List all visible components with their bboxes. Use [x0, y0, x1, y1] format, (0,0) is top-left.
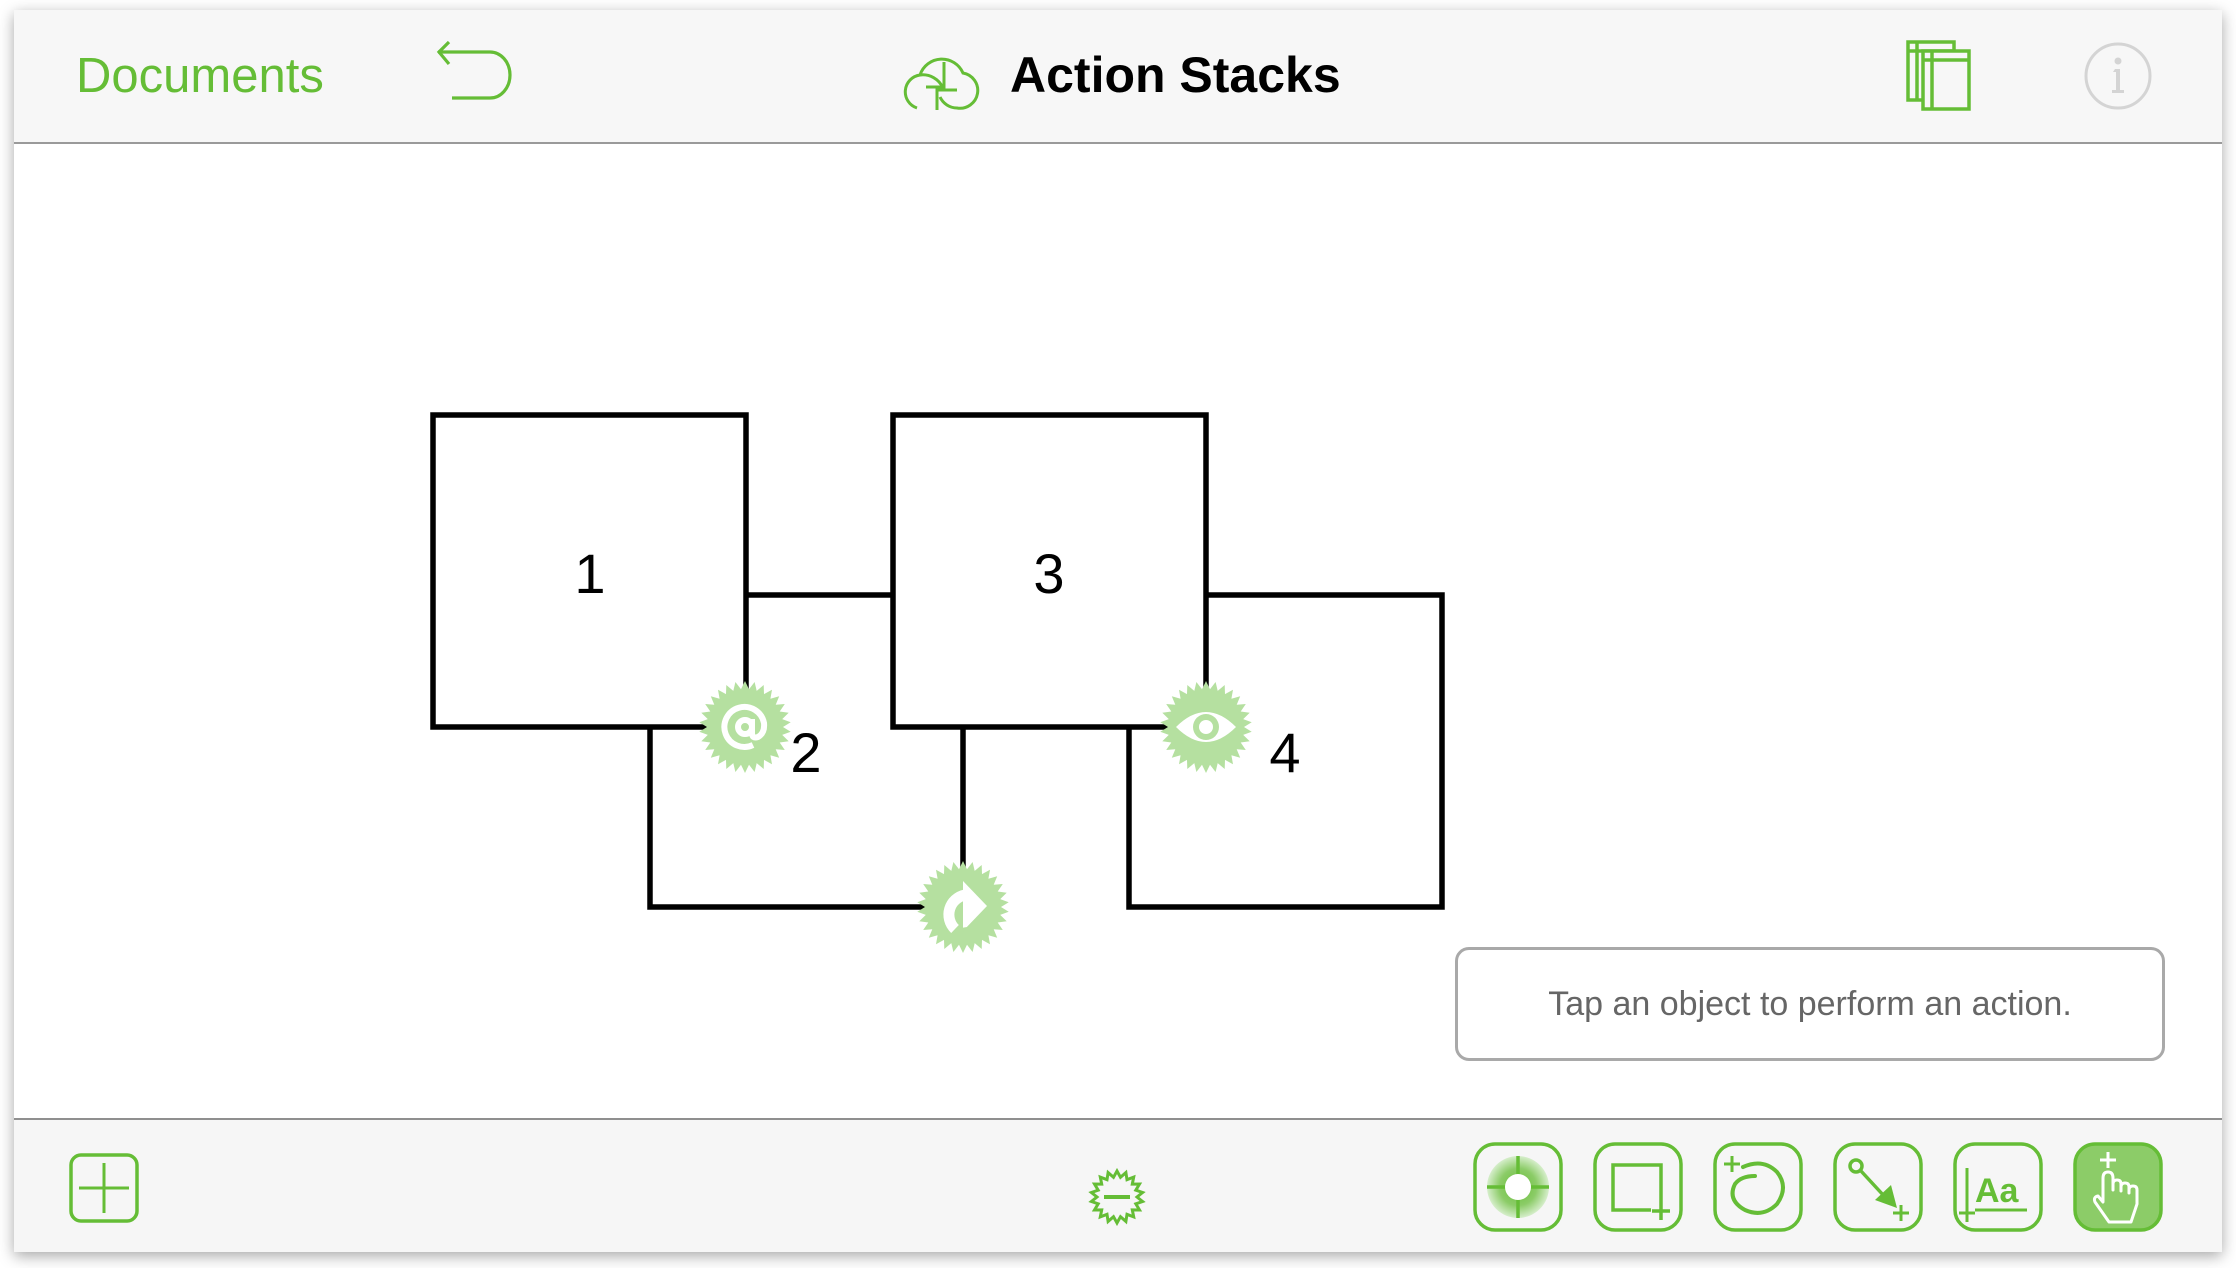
- selection-tool-button[interactable]: [1473, 1142, 1563, 1232]
- cloud-sync-icon[interactable]: [900, 40, 988, 110]
- target-selection-icon: [1473, 1142, 1563, 1232]
- lasso-plus-icon: [1713, 1142, 1803, 1232]
- info-button[interactable]: [2082, 40, 2154, 112]
- add-canvas-button[interactable]: [69, 1153, 139, 1223]
- info-icon: [2084, 42, 2152, 110]
- undo-button[interactable]: [434, 40, 524, 110]
- shape-label: 4: [1269, 721, 1300, 784]
- svg-text:Aa: Aa: [1975, 1172, 2020, 1210]
- cloud-sync-glyph: [903, 57, 980, 110]
- shape-label: 3: [1033, 542, 1064, 605]
- navigation-bar: Documents Action Stacks: [14, 10, 2222, 144]
- shape-3[interactable]: 3: [890, 412, 1209, 730]
- line-tool-button[interactable]: [1833, 1142, 1923, 1232]
- text-tool-button[interactable]: Aa: [1953, 1142, 2043, 1232]
- document-title: Action Stacks: [1010, 47, 1341, 103]
- hint-message: Tap an object to perform an action.: [1455, 947, 2165, 1061]
- documents-back-button[interactable]: Documents: [76, 48, 324, 104]
- text-aa-icon: Aa: [1953, 1142, 2043, 1232]
- remove-action-button[interactable]: [1088, 1168, 1146, 1226]
- undo-arrow-icon: [436, 40, 512, 100]
- hand-pointer-plus-icon: [2073, 1142, 2163, 1232]
- shape-label: 1: [574, 542, 605, 605]
- documents-pages-button[interactable]: [1904, 38, 1974, 112]
- shape-tool-button[interactable]: [1593, 1142, 1683, 1232]
- shape-label: 2: [790, 721, 821, 784]
- add-canvas-icon: [69, 1153, 139, 1223]
- line-arrow-plus-icon: [1833, 1142, 1923, 1232]
- remove-action-badge-icon: [1088, 1168, 1146, 1226]
- bottom-toolbar: Aa: [14, 1118, 2222, 1252]
- drawing-canvas[interactable]: 2 4 1 3 Tap an object to perform an acti…: [14, 144, 2222, 1118]
- action-browse-tool-button[interactable]: [2073, 1142, 2163, 1232]
- app-window: Documents Action Stacks 2 4 1 3 Tap an o…: [14, 10, 2222, 1252]
- shape-1[interactable]: 1: [430, 412, 749, 730]
- freehand-tool-button[interactable]: [1713, 1142, 1803, 1232]
- document-pages-icon: [1906, 40, 1971, 111]
- rectangle-plus-icon: [1593, 1142, 1683, 1232]
